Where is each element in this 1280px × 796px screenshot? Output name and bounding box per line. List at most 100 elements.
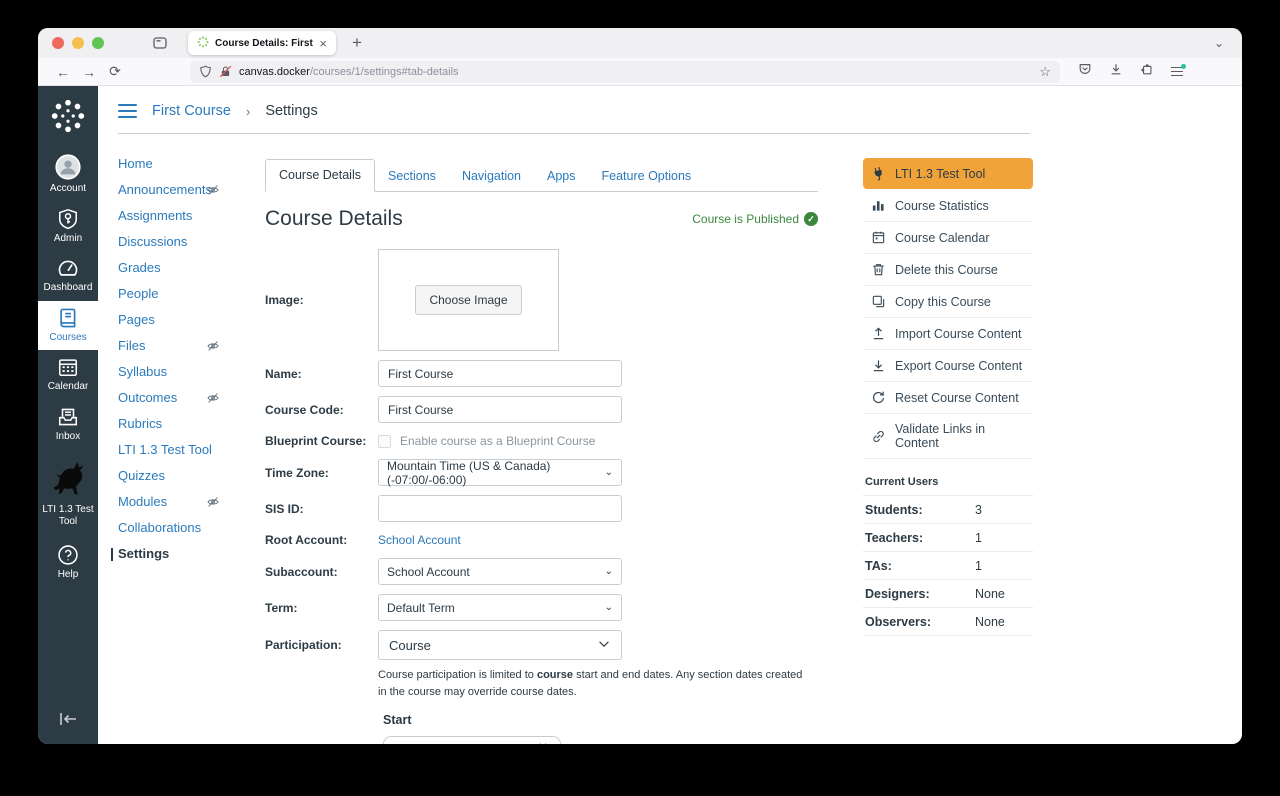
tab-navigation[interactable]: Navigation xyxy=(449,161,534,192)
subaccount-label: Subaccount: xyxy=(265,565,378,579)
course-nav-people[interactable]: People xyxy=(118,288,265,301)
course-nav-rubrics[interactable]: Rubrics xyxy=(118,418,265,431)
root-account-field-row: Root Account: School Account xyxy=(265,531,818,549)
app-menu-icon[interactable] xyxy=(1171,67,1183,77)
participation-note: Course participation is limited to cours… xyxy=(378,667,806,700)
course-nav-assignments[interactable]: Assignments xyxy=(118,210,265,223)
global-nav-account[interactable]: Account xyxy=(38,148,98,202)
sis-id-input[interactable] xyxy=(378,495,622,522)
sis-id-field-row: SIS ID: xyxy=(265,495,818,522)
firefox-view-icon[interactable] xyxy=(152,35,168,51)
course-nav-pages[interactable]: Pages xyxy=(118,314,265,327)
global-nav-admin[interactable]: Admin xyxy=(38,202,98,252)
course-nav-settings[interactable]: Settings xyxy=(111,548,265,561)
back-button[interactable]: ← xyxy=(50,64,76,80)
lti-test-tool-button[interactable]: LTI 1.3 Test Tool xyxy=(863,158,1033,189)
reset-course-content-button[interactable]: Reset Course Content xyxy=(863,382,1033,414)
global-nav-courses[interactable]: Courses xyxy=(38,301,98,351)
course-nav-modules[interactable]: Modules xyxy=(118,496,265,509)
tab-apps[interactable]: Apps xyxy=(534,161,589,192)
insecure-lock-icon[interactable] xyxy=(219,65,232,78)
term-field-row: Term: Default Term ⌄ xyxy=(265,594,818,621)
calendar-icon[interactable] xyxy=(536,742,550,745)
tab-feature-options[interactable]: Feature Options xyxy=(589,161,705,192)
participation-field-row: Participation: Course xyxy=(265,630,818,660)
tab-close-icon[interactable]: × xyxy=(319,36,327,51)
new-tab-button[interactable]: + xyxy=(352,33,362,53)
close-window-button[interactable] xyxy=(52,37,64,49)
breadcrumb-separator: › xyxy=(246,104,250,119)
sis-id-label: SIS ID: xyxy=(265,502,378,516)
global-nav-inbox[interactable]: Inbox xyxy=(38,400,98,450)
extensions-icon[interactable] xyxy=(1140,62,1154,81)
page-title: Course Details xyxy=(265,207,403,231)
current-users-row-observers: Observers: None xyxy=(863,608,1033,636)
name-label: Name: xyxy=(265,367,378,381)
browser-tab[interactable]: Course Details: First Course × xyxy=(188,31,336,55)
toolbar-icons xyxy=(1078,62,1183,81)
chevron-down-icon xyxy=(597,637,611,654)
validate-links-button[interactable]: Validate Links in Content xyxy=(863,414,1033,459)
canvas-logo-icon[interactable] xyxy=(49,97,87,140)
url-bar[interactable]: canvas.docker/courses/1/settings#tab-det… xyxy=(190,61,1060,83)
copy-course-button[interactable]: Copy this Course xyxy=(863,286,1033,318)
course-nav-syllabus[interactable]: Syllabus xyxy=(118,366,265,379)
global-nav: Account Admin Dashboard xyxy=(38,86,98,744)
chevron-down-icon: ⌄ xyxy=(605,602,613,613)
course-calendar-button[interactable]: Course Calendar xyxy=(863,222,1033,254)
course-code-input[interactable]: First Course xyxy=(378,396,622,423)
course-nav-files[interactable]: Files xyxy=(118,340,265,353)
course-nav-announcements[interactable]: Announcements xyxy=(118,184,265,197)
tab-sections[interactable]: Sections xyxy=(375,161,449,192)
reload-button[interactable]: ⟳ xyxy=(102,63,128,80)
unicorn-icon xyxy=(47,459,89,501)
current-users-row-teachers: Teachers: 1 xyxy=(863,524,1033,552)
global-nav-dashboard[interactable]: Dashboard xyxy=(38,251,98,301)
minimize-window-button[interactable] xyxy=(72,37,84,49)
global-nav-lti-tool[interactable]: LTI 1.3 Test Tool xyxy=(38,449,98,534)
export-course-content-button[interactable]: Export Course Content xyxy=(863,350,1033,382)
hidden-eye-icon xyxy=(207,496,219,511)
course-statistics-button[interactable]: Course Statistics xyxy=(863,190,1033,222)
tab-course-details[interactable]: Course Details xyxy=(265,159,375,192)
course-nav-collaborations[interactable]: Collaborations xyxy=(118,522,265,535)
term-select[interactable]: Default Term ⌄ xyxy=(378,594,622,621)
url-host: canvas.docker xyxy=(239,66,310,78)
name-field-row: Name: First Course xyxy=(265,360,818,387)
course-nav-lti-test-tool[interactable]: LTI 1.3 Test Tool xyxy=(118,444,265,457)
root-account-link[interactable]: School Account xyxy=(378,533,461,547)
global-nav-calendar[interactable]: Calendar xyxy=(38,350,98,400)
downloads-icon[interactable] xyxy=(1109,62,1123,81)
breadcrumb-course-link[interactable]: First Course xyxy=(152,103,231,119)
tracking-shield-icon[interactable] xyxy=(199,65,212,78)
name-input[interactable]: First Course xyxy=(378,360,622,387)
choose-image-button[interactable]: Choose Image xyxy=(415,285,521,315)
delete-course-button[interactable]: Delete this Course xyxy=(863,254,1033,286)
start-date-input[interactable]: Nov 1, 2023 12:00am xyxy=(383,736,561,744)
course-nav-home[interactable]: Home xyxy=(118,158,265,171)
course-code-label: Course Code: xyxy=(265,403,378,417)
course-nav-grades[interactable]: Grades xyxy=(118,262,265,275)
import-course-content-button[interactable]: Import Course Content xyxy=(863,318,1033,350)
zoom-window-button[interactable] xyxy=(92,37,104,49)
collapse-nav-icon[interactable] xyxy=(57,711,79,732)
chevron-down-icon: ⌄ xyxy=(605,566,613,577)
subaccount-select[interactable]: School Account ⌄ xyxy=(378,558,622,585)
pocket-icon[interactable] xyxy=(1078,62,1092,81)
forward-button[interactable]: → xyxy=(76,64,102,80)
blueprint-checkbox[interactable] xyxy=(378,435,391,448)
global-nav-help[interactable]: Help xyxy=(38,538,98,588)
bookmark-star-icon[interactable]: ☆ xyxy=(1039,64,1051,80)
course-menu-hamburger-icon[interactable] xyxy=(118,104,137,119)
course-nav-quizzes[interactable]: Quizzes xyxy=(118,470,265,483)
course-nav-discussions[interactable]: Discussions xyxy=(118,236,265,249)
participation-select[interactable]: Course xyxy=(378,630,622,660)
browser-toolbar: ← → ⟳ canvas.docker/courses/1/settings#t… xyxy=(38,58,1242,86)
time-zone-select[interactable]: Mountain Time (US & Canada) (-07:00/-06:… xyxy=(378,459,622,486)
blueprint-label: Blueprint Course: xyxy=(265,434,378,448)
browser-tab-bar: Course Details: First Course × + ⌄ xyxy=(38,28,1242,58)
tab-list-chevron-icon[interactable]: ⌄ xyxy=(1214,36,1224,50)
course-nav-outcomes[interactable]: Outcomes xyxy=(118,392,265,405)
tab-title: Course Details: First Course xyxy=(215,38,315,49)
time-zone-field-row: Time Zone: Mountain Time (US & Canada) (… xyxy=(265,459,818,486)
